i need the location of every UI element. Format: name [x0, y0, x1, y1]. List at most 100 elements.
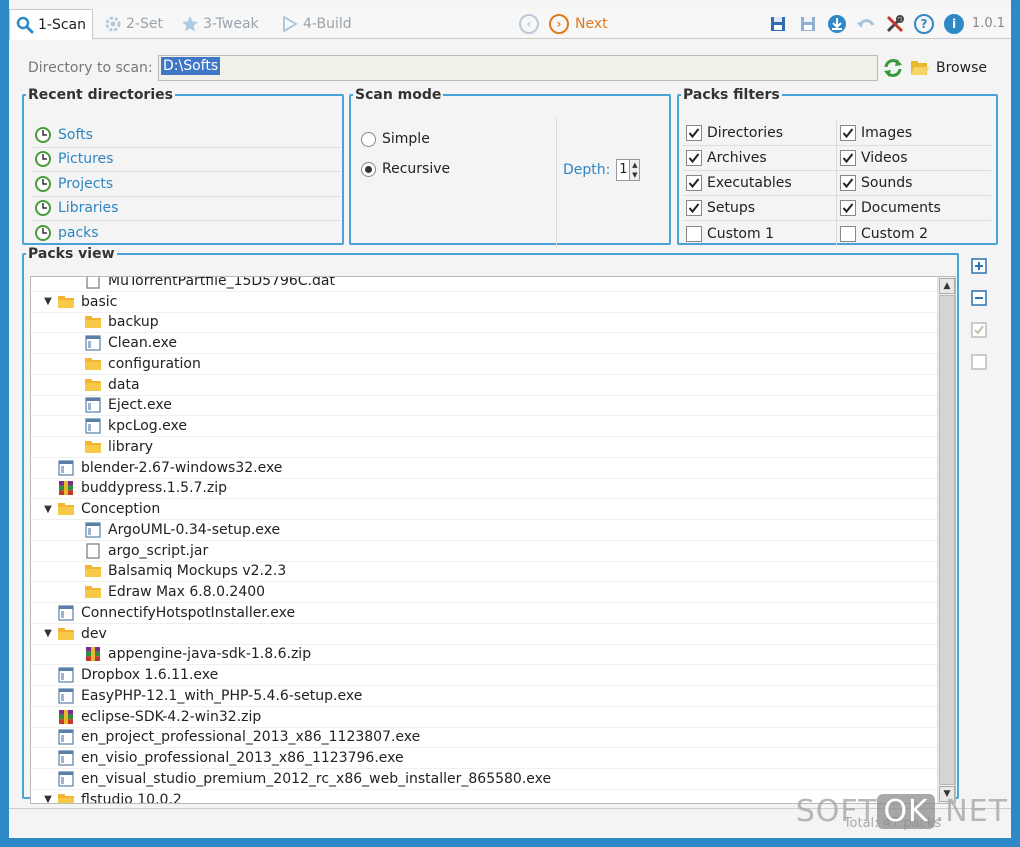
uncheck-all-icon[interactable] [968, 351, 990, 373]
checkbox[interactable] [840, 125, 856, 141]
filter-videos[interactable]: Videos [837, 146, 991, 171]
tree-file-row[interactable]: eclipse-SDK-4.2-win32.zip [31, 707, 939, 728]
checkbox[interactable] [840, 225, 856, 242]
file-icon [84, 277, 108, 290]
tools-icon[interactable] [884, 13, 906, 35]
checkbox[interactable] [840, 175, 856, 191]
application-icon [84, 334, 108, 352]
filter-documents[interactable]: Documents [837, 196, 991, 221]
radio-recursive[interactable]: Recursive [361, 161, 450, 177]
recent-item[interactable]: Softs [32, 123, 340, 148]
recent-item[interactable]: packs [32, 221, 340, 246]
tree-folder-row[interactable]: data [31, 375, 939, 396]
scroll-thumb[interactable] [939, 295, 955, 785]
archive-icon [57, 479, 81, 497]
browse-button[interactable]: Browse [910, 57, 987, 79]
recent-item[interactable]: Libraries [32, 197, 340, 221]
tab-label: 2-Set [126, 16, 163, 32]
tree-file-row[interactable]: buddypress.1.5.7.zip [31, 479, 939, 500]
play-icon [283, 15, 298, 33]
spin-up-icon[interactable]: ▲ [630, 160, 639, 170]
checkbox[interactable] [686, 150, 702, 166]
tree-folder-row[interactable]: ▼ basic [31, 292, 939, 313]
filter-custom-1[interactable]: Custom 1 [683, 221, 837, 246]
scroll-up-icon[interactable]: ▲ [939, 278, 955, 294]
application-icon [57, 728, 81, 746]
undo-icon[interactable] [855, 13, 877, 35]
recent-item[interactable]: Pictures [32, 148, 340, 172]
check-all-icon[interactable] [968, 319, 990, 341]
save-as-icon[interactable] [797, 13, 819, 35]
save-icon[interactable] [767, 13, 789, 35]
tree-folder-row[interactable]: ▼ dev [31, 624, 939, 645]
tree-file-row[interactable]: Dropbox 1.6.11.exe [31, 665, 939, 686]
spin-down-icon[interactable]: ▼ [630, 170, 639, 180]
tree-file-row[interactable]: Eject.exe [31, 396, 939, 417]
expand-toggle-icon[interactable]: ▼ [39, 296, 57, 307]
next-button[interactable]: › Next [549, 13, 608, 35]
tree-folder-row[interactable]: Edraw Max 6.8.0.2400 [31, 582, 939, 603]
filter-executables[interactable]: Executables [683, 171, 837, 196]
tree-file-row[interactable]: argo_script.jar [31, 541, 939, 562]
filter-archives[interactable]: Archives [683, 146, 837, 171]
history-icon [35, 175, 51, 192]
tree-item-label: en_project_professional_2013_x86_1123807… [81, 729, 421, 746]
prev-button[interactable]: ‹ [519, 13, 539, 35]
tree-folder-row[interactable]: Balsamiq Mockups v2.2.3 [31, 562, 939, 583]
expand-toggle-icon[interactable]: ▼ [39, 628, 57, 639]
checkbox[interactable] [840, 150, 856, 166]
info-icon[interactable]: i [943, 13, 965, 35]
radio-button[interactable] [361, 161, 376, 177]
tree-file-row[interactable]: en_project_professional_2013_x86_1123807… [31, 728, 939, 749]
tab-set[interactable]: 2-Set [104, 9, 163, 39]
collapse-all-icon[interactable] [968, 287, 990, 309]
directory-input[interactable]: D:\Softs [158, 55, 878, 81]
filter-label: Directories [707, 125, 784, 141]
checkbox[interactable] [686, 200, 702, 216]
tree-folder-row[interactable]: configuration [31, 354, 939, 375]
packs-tree[interactable]: MuTorrentPartfile_15D5796C.dat ▼ basic back… [30, 276, 956, 804]
archive-icon [84, 645, 108, 663]
tree-file-row[interactable]: Clean.exe [31, 333, 939, 354]
expand-toggle-icon[interactable]: ▼ [39, 794, 57, 803]
tab-label: 1-Scan [38, 16, 86, 33]
help-icon[interactable]: ? [913, 13, 935, 35]
depth-stepper[interactable]: 1 ▲ ▼ [616, 159, 641, 181]
tree-item-label: EasyPHP-12.1_with_PHP-5.4.6-setup.exe [81, 687, 363, 704]
tree-item-label: en_visio_professional_2013_x86_1123796.e… [81, 750, 404, 767]
tree-file-row[interactable]: ConnectifyHotspotInstaller.exe [31, 603, 939, 624]
tree-file-row[interactable]: kpcLog.exe [31, 416, 939, 437]
filter-images[interactable]: Images [837, 121, 991, 146]
radio-button[interactable] [361, 131, 376, 147]
filter-sounds[interactable]: Sounds [837, 171, 991, 196]
tree-folder-row[interactable]: library [31, 437, 939, 458]
tree-folder-row[interactable]: backup [31, 313, 939, 334]
filter-custom-2[interactable]: Custom 2 [837, 221, 991, 246]
vertical-scrollbar[interactable]: ▲ ▼ [937, 277, 955, 803]
filter-setups[interactable]: Setups [683, 196, 837, 221]
tree-file-row[interactable]: ArgoUML-0.34-setup.exe [31, 520, 939, 541]
checkbox[interactable] [686, 125, 702, 141]
download-icon[interactable] [826, 13, 848, 35]
checkbox[interactable] [686, 225, 702, 242]
tree-file-row[interactable]: MuTorrentPartfile_15D5796C.dat [31, 277, 939, 292]
tree-file-row[interactable]: en_visio_professional_2013_x86_1123796.e… [31, 748, 939, 769]
recent-directories-group: Recent directories Softs Pictures Projec… [22, 87, 344, 245]
tree-file-row[interactable]: appengine-java-sdk-1.8.6.zip [31, 645, 939, 666]
tree-file-row[interactable]: blender-2.67-windows32.exe [31, 458, 939, 479]
checkbox[interactable] [840, 200, 856, 216]
recent-item[interactable]: Projects [32, 172, 340, 197]
tree-file-row[interactable]: EasyPHP-12.1_with_PHP-5.4.6-setup.exe [31, 686, 939, 707]
file-icon [84, 542, 108, 560]
tab-tweak[interactable]: 3-Tweak [181, 9, 259, 39]
tab-scan[interactable]: 1-Scan [9, 9, 93, 40]
tab-build[interactable]: 4-Build [281, 9, 352, 39]
expand-all-icon[interactable] [968, 255, 990, 277]
expand-toggle-icon[interactable]: ▼ [39, 504, 57, 515]
refresh-icon[interactable] [882, 57, 904, 79]
radio-simple[interactable]: Simple [361, 131, 430, 147]
tree-file-row[interactable]: en_visual_studio_premium_2012_rc_x86_web… [31, 769, 939, 790]
checkbox[interactable] [686, 175, 702, 191]
filter-directories[interactable]: Directories [683, 121, 837, 146]
tree-folder-row[interactable]: ▼ Conception [31, 499, 939, 520]
